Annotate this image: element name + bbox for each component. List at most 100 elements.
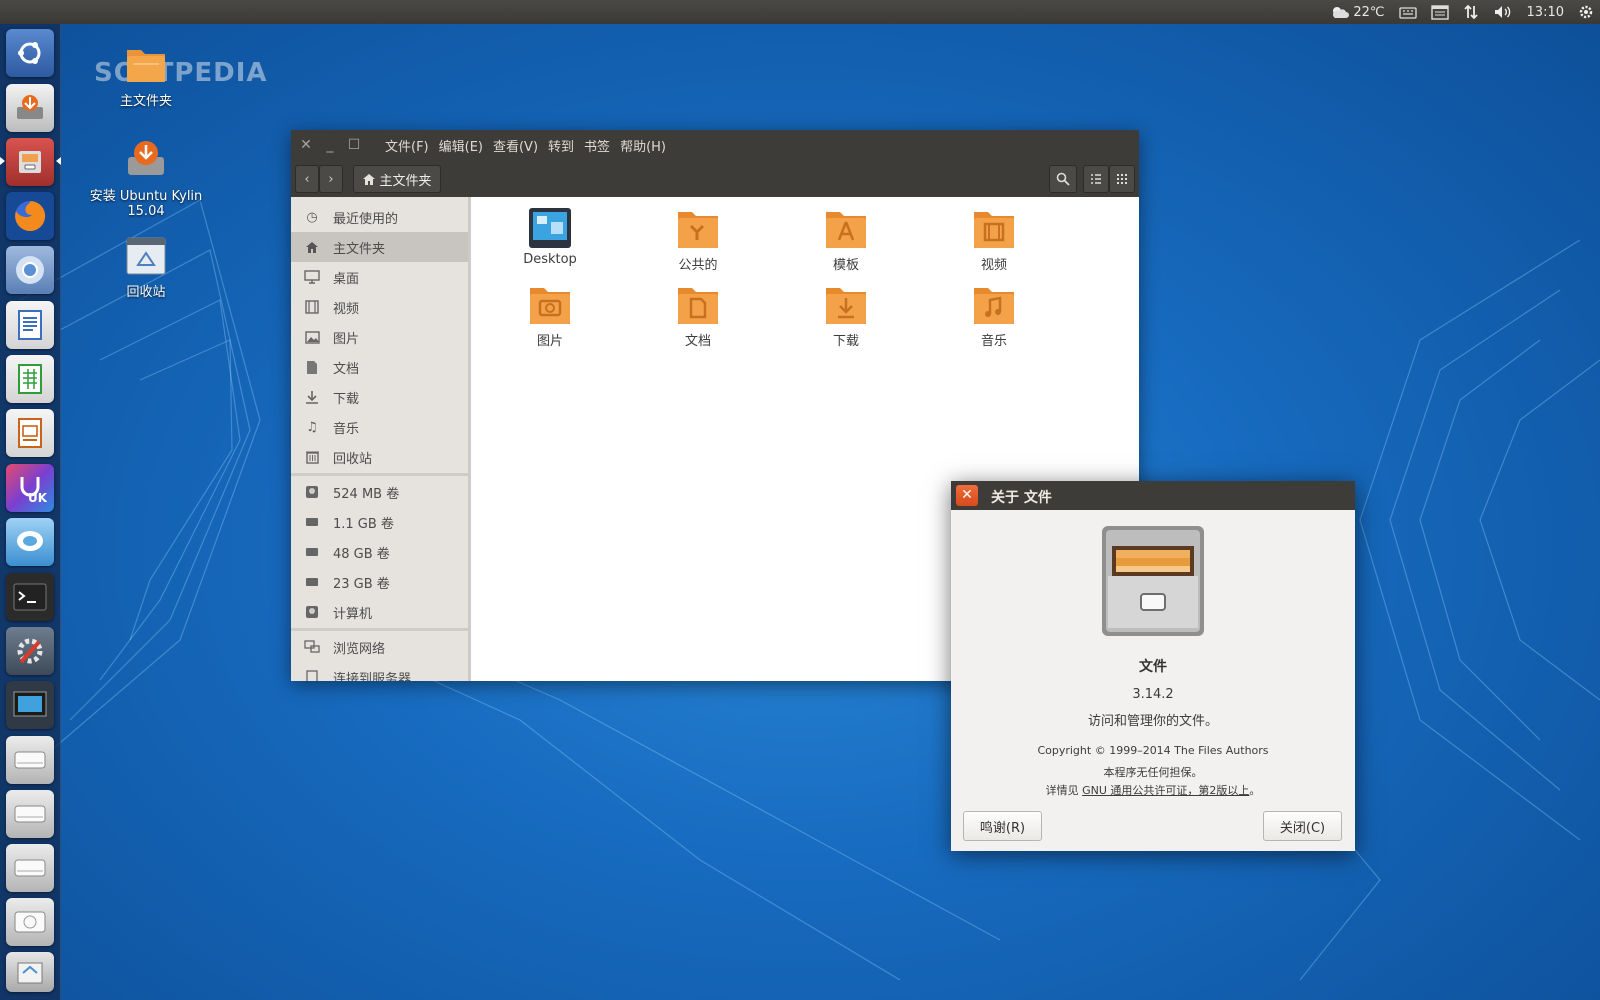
sidebar-item-documents[interactable]: 文档 (291, 352, 468, 382)
folder-item[interactable]: 视频 (939, 206, 1049, 273)
sidebar-item-downloads[interactable]: 下载 (291, 382, 468, 412)
sidebar-item-home[interactable]: 主文件夹 (291, 232, 468, 262)
sidebar-item-volume[interactable]: 23 GB 卷 (291, 567, 468, 597)
calc-icon[interactable] (6, 355, 54, 403)
chromium-icon[interactable] (6, 246, 54, 294)
license-prefix: 详情见 (1045, 784, 1083, 797)
sidebar-item-pictures[interactable]: 图片 (291, 322, 468, 352)
folder-item[interactable]: 下载 (791, 282, 901, 349)
folder-item[interactable]: 公共的 (643, 206, 753, 273)
drive-icon[interactable] (6, 736, 54, 784)
gear-icon[interactable] (1578, 4, 1594, 20)
folder-item[interactable]: Desktop (495, 206, 605, 267)
back-button[interactable]: ‹ (295, 165, 319, 193)
screenshot-icon[interactable] (6, 681, 54, 729)
license-link[interactable]: GNU 通用公共许可证，第2版以上 (1082, 784, 1249, 797)
breadcrumb-home[interactable]: 主文件夹 (353, 165, 441, 193)
close-button[interactable]: 关闭(C) (1263, 811, 1342, 841)
sidebar-item-music[interactable]: ♫ 音乐 (291, 412, 468, 442)
sidebar-item-volume[interactable]: 1.1 GB 卷 (291, 507, 468, 537)
sidebar-item-network[interactable]: 浏览网络 (291, 632, 468, 662)
sidebar-item-label: 23 GB 卷 (333, 576, 390, 592)
license-suffix: 。 (1249, 784, 1261, 797)
menu-bookmarks[interactable]: 书签 (584, 136, 610, 155)
folder-label: Desktop (523, 252, 577, 267)
menu-file[interactable]: 文件(F) (385, 136, 429, 155)
desktop-trash[interactable]: 回收站 (81, 235, 211, 300)
folder-label: 模板 (832, 258, 859, 273)
forward-button[interactable]: › (319, 165, 343, 193)
dialog-title-bar: ✕ 关于 文件 (951, 481, 1355, 510)
sidebar-item-label: 音乐 (333, 421, 360, 437)
app-name: 文件 (1139, 659, 1167, 675)
documents-folder-icon (678, 288, 718, 324)
sidebar-item-trash[interactable]: 回收站 (291, 442, 468, 472)
terminal-icon[interactable] (6, 573, 54, 621)
recent-icon: ◷ (306, 209, 318, 225)
volume-icon[interactable] (1493, 4, 1513, 20)
license-line: 详情见 GNU 通用公共许可证，第2版以上。 (951, 782, 1355, 798)
trash-icon[interactable] (6, 952, 54, 992)
firefox-icon[interactable] (6, 192, 54, 240)
chat-icon[interactable] (6, 518, 54, 566)
network-icon[interactable] (1463, 4, 1479, 20)
credits-button[interactable]: 鸣谢(R) (963, 811, 1042, 841)
sidebar-item-label: 最近使用的 (333, 211, 399, 227)
about-dialog: ✕ 关于 文件 文件 3.14.2 访问和管理你的文件。 Copyright ©… (951, 481, 1355, 851)
grid-view-icon (1117, 174, 1127, 184)
desktop-home-folder[interactable]: 主文件夹 (81, 42, 211, 109)
launcher: UK (0, 24, 61, 1000)
sidebar-item-volume[interactable]: 524 MB 卷 (291, 477, 468, 507)
ubuntukylin-icon[interactable]: UK (6, 464, 54, 512)
music-folder-icon (974, 288, 1014, 324)
close-icon[interactable]: ✕ (297, 136, 315, 154)
impress-icon[interactable] (6, 409, 54, 457)
maximize-icon[interactable]: ☐ (345, 136, 363, 154)
menu-view[interactable]: 查看(V) (493, 136, 538, 155)
sidebar-item-label: 下载 (333, 391, 360, 407)
search-button[interactable] (1049, 165, 1077, 193)
folder-item[interactable]: 模板 (791, 206, 901, 273)
sidebar-item-connect-server[interactable]: 连接到服务器 (291, 662, 468, 681)
writer-icon[interactable] (6, 301, 54, 349)
desktop-install-ubuntu[interactable]: 安装 Ubuntu Kylin 15.04 (81, 137, 211, 219)
settings-icon[interactable] (6, 627, 54, 675)
sidebar-item-label: 桌面 (333, 271, 360, 287)
clock[interactable]: 13:10 (1527, 5, 1564, 20)
folder-item[interactable]: 图片 (495, 282, 605, 349)
menu-help[interactable]: 帮助(H) (620, 136, 666, 155)
menu-go[interactable]: 转到 (548, 136, 574, 155)
drive-icon[interactable] (6, 844, 54, 892)
drive-icon[interactable] (6, 898, 54, 946)
drive-icon (303, 544, 321, 560)
download-icon (303, 389, 321, 405)
sidebar-item-computer[interactable]: 计算机 (291, 597, 468, 627)
folder-item[interactable]: 音乐 (939, 282, 1049, 349)
sidebar-item-desktop[interactable]: 桌面 (291, 262, 468, 292)
dash-icon[interactable] (6, 29, 54, 77)
keyboard-icon[interactable] (1398, 5, 1417, 19)
grid-view-button[interactable] (1109, 165, 1135, 193)
running-indicator (0, 157, 5, 165)
drive-icon (303, 574, 321, 590)
sidebar-item-label: 48 GB 卷 (333, 546, 390, 562)
menu-edit[interactable]: 编辑(E) (439, 136, 483, 155)
templates-folder-icon (826, 212, 866, 248)
sidebar: ◷ 最近使用的 主文件夹 桌面 视频 图片 文档 下载 ♫ 音乐 回收站 524 M… (291, 197, 471, 681)
list-view-button[interactable] (1083, 165, 1109, 193)
music-icon: ♫ (306, 419, 318, 435)
weather-icon[interactable]: 22℃ (1330, 4, 1385, 20)
sidebar-item-videos[interactable]: 视频 (291, 292, 468, 322)
files-icon[interactable] (6, 138, 54, 186)
server-icon (303, 669, 321, 681)
minimize-icon[interactable]: _ (321, 136, 339, 154)
folder-item[interactable]: 文档 (643, 282, 753, 349)
calendar-icon[interactable] (1430, 4, 1449, 20)
sidebar-item-volume[interactable]: 48 GB 卷 (291, 537, 468, 567)
desktop-icon-label: 主文件夹 (119, 94, 172, 109)
sidebar-item-recent[interactable]: ◷ 最近使用的 (291, 202, 468, 232)
close-icon[interactable]: ✕ (956, 485, 978, 506)
desktop-icon-label-version: 15.04 (127, 204, 165, 219)
drive-icon[interactable] (6, 790, 54, 838)
installer-icon[interactable] (6, 84, 54, 132)
